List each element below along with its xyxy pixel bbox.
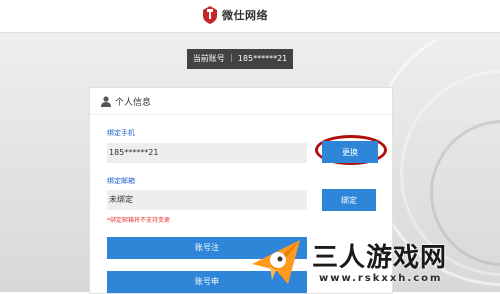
email-field[interactable]: 未绑定: [107, 190, 307, 210]
top-header: 微仕网络: [0, 0, 500, 33]
current-account-bar: 当前账号 ｜ 185******21: [187, 49, 293, 69]
email-label: 绑定邮箱: [107, 177, 135, 185]
email-hint: *绑定邮箱将不支持变更: [107, 217, 171, 224]
user-icon: [101, 96, 111, 107]
brand-name: 微仕网络: [222, 9, 268, 22]
shield-logo-icon: [203, 6, 217, 24]
change-phone-button[interactable]: 更换: [322, 141, 378, 163]
panel-header: 个人信息: [90, 88, 392, 115]
brand-logo[interactable]: 微仕网络: [202, 6, 268, 24]
panel-title: 个人信息: [115, 98, 152, 108]
paper-plane-icon: [252, 240, 300, 284]
watermark-text: 三人游戏网: [312, 243, 448, 273]
bind-email-button[interactable]: 绑定: [322, 189, 376, 211]
phone-field[interactable]: 185******21: [107, 143, 307, 163]
watermark-url: www.rskxxh.com: [319, 273, 443, 284]
phone-label: 绑定手机: [107, 129, 135, 137]
